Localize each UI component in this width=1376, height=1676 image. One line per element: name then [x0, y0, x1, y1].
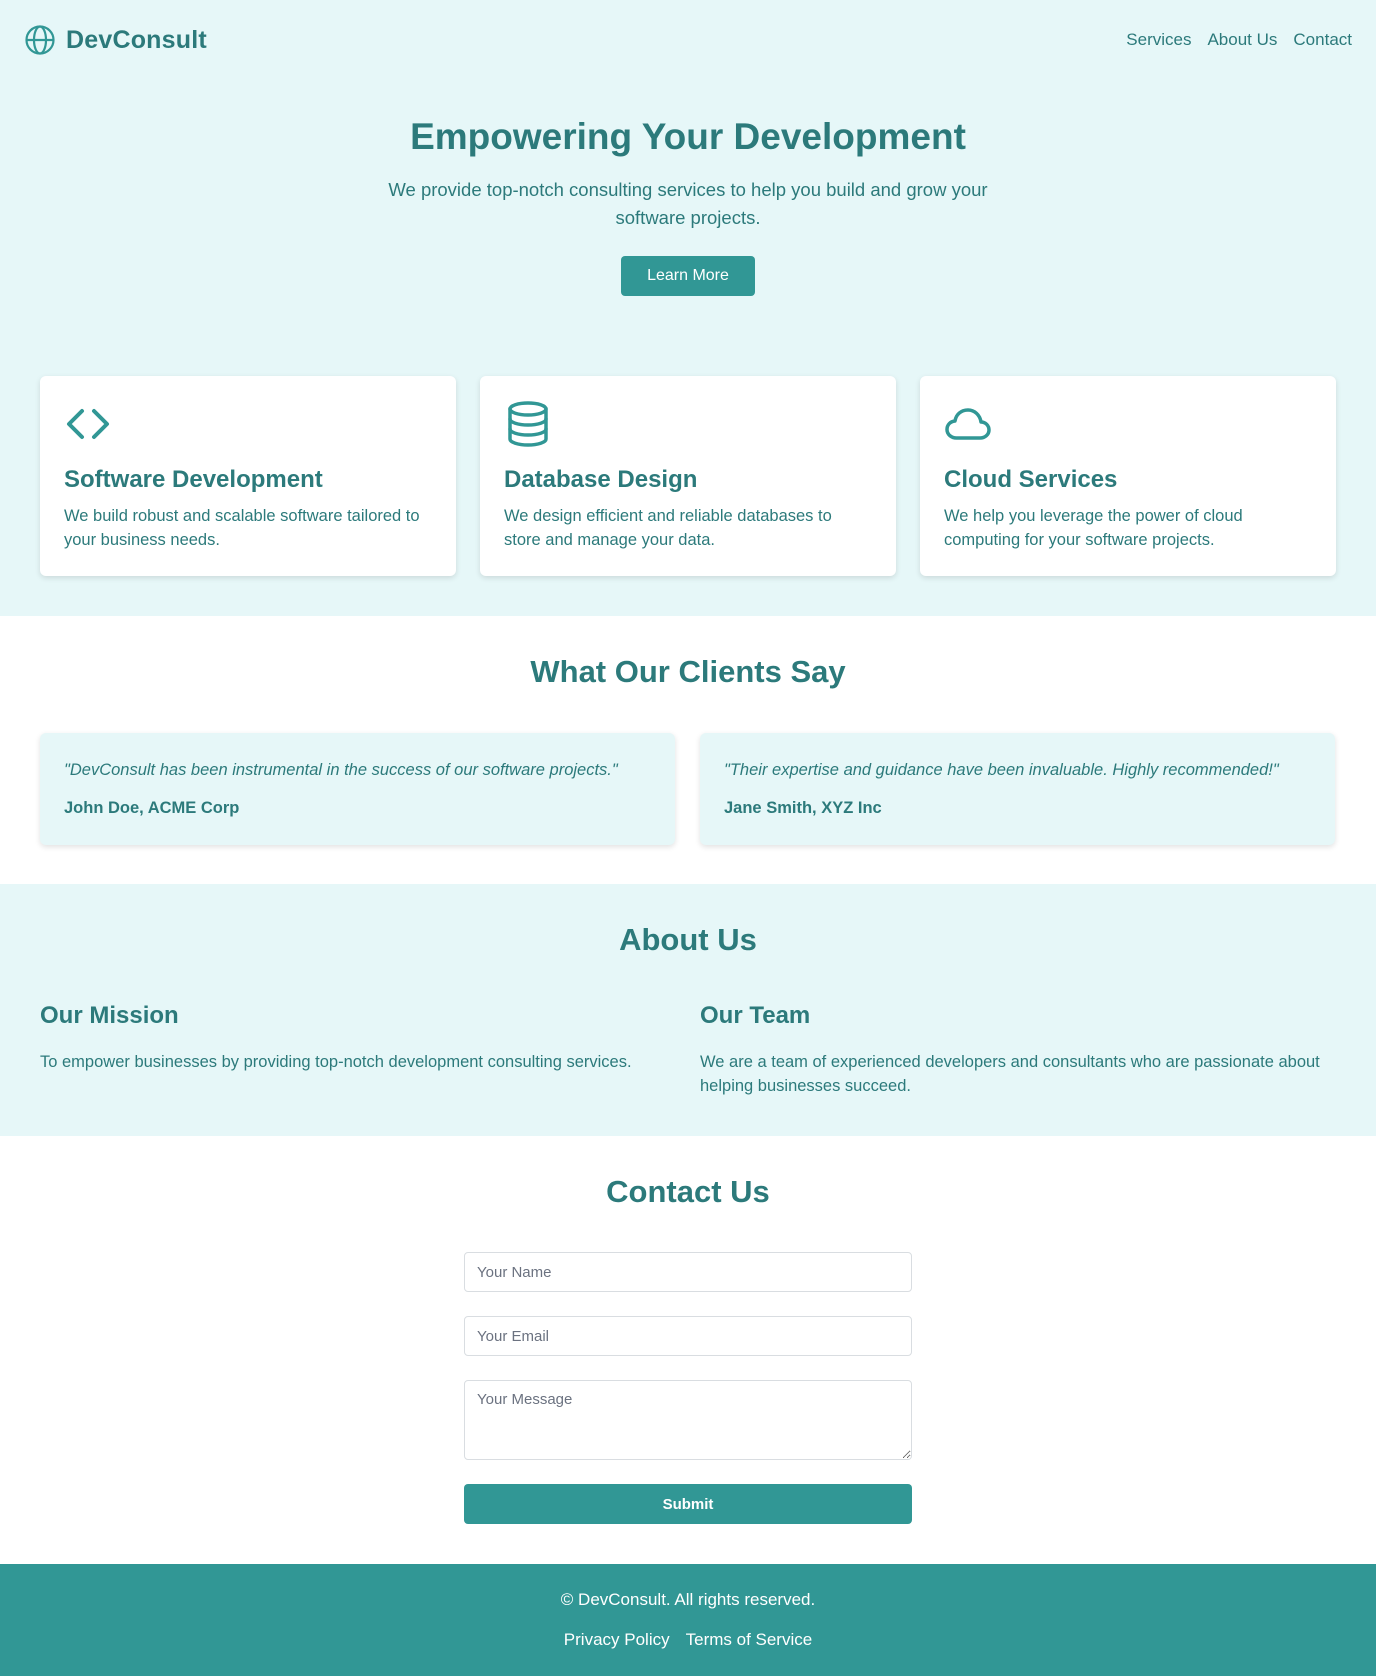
- service-description: We build robust and scalable software ta…: [64, 507, 420, 549]
- service-title: Software Development: [64, 466, 323, 493]
- service-card-software-development: Software Development We build robust and…: [40, 376, 456, 576]
- service-card-cloud-services: Cloud Services We help you leverage the …: [920, 376, 1336, 576]
- main-nav: Services About Us Contact: [1126, 30, 1352, 50]
- service-title: Database Design: [504, 466, 698, 493]
- testimonial-author: John Doe, ACME Corp: [64, 799, 240, 817]
- testimonial-quote: "Their expertise and guidance have been …: [724, 761, 1279, 779]
- site-header: DevConsult Services About Us Contact: [0, 0, 1376, 80]
- testimonial-card: "DevConsult has been instrumental in the…: [40, 733, 675, 845]
- email-field[interactable]: [464, 1316, 912, 1356]
- testimonial-card: "Their expertise and guidance have been …: [700, 733, 1335, 845]
- hero-title: Empowering Your Development: [410, 116, 966, 157]
- learn-more-button[interactable]: Learn More: [621, 256, 755, 296]
- nav-link-about-us[interactable]: About Us: [1207, 30, 1277, 50]
- service-description: We design efficient and reliable databas…: [504, 507, 832, 549]
- copyright-text: © DevConsult. All rights reserved.: [560, 1590, 816, 1609]
- cloud-icon: [945, 408, 991, 440]
- testimonials-section: What Our Clients Say "DevConsult has bee…: [0, 616, 1376, 884]
- mission-text: To empower businesses by providing top-n…: [40, 1053, 632, 1071]
- service-title: Cloud Services: [944, 466, 1118, 493]
- code-icon: [67, 409, 109, 439]
- team-text: We are a team of experienced developers …: [700, 1053, 1320, 1095]
- about-title: About Us: [619, 922, 757, 957]
- name-field[interactable]: [464, 1252, 912, 1292]
- nav-link-contact[interactable]: Contact: [1293, 30, 1352, 50]
- database-icon: [508, 401, 548, 447]
- contact-section: Contact Us Submit: [0, 1136, 1376, 1564]
- contact-title: Contact Us: [606, 1174, 770, 1209]
- brand-logo[interactable]: DevConsult: [24, 24, 207, 56]
- mission-block: Our Mission To empower businesses by pro…: [40, 1002, 680, 1074]
- terms-of-service-link[interactable]: Terms of Service: [686, 1630, 813, 1650]
- mission-title: Our Mission: [40, 1002, 179, 1029]
- brand-name: DevConsult: [66, 25, 207, 54]
- hero-section: Empowering Your Development We provide t…: [0, 80, 1376, 616]
- site-footer: © DevConsult. All rights reserved. Priva…: [0, 1564, 1376, 1676]
- service-description: We help you leverage the power of cloud …: [944, 507, 1243, 549]
- testimonial-quote: "DevConsult has been instrumental in the…: [64, 761, 618, 779]
- about-section: About Us Our Mission To empower business…: [0, 884, 1376, 1136]
- nav-link-services[interactable]: Services: [1126, 30, 1191, 50]
- privacy-policy-link[interactable]: Privacy Policy: [564, 1630, 670, 1650]
- submit-button[interactable]: Submit: [464, 1484, 912, 1524]
- service-card-database-design: Database Design We design efficient and …: [480, 376, 896, 576]
- footer-links: Privacy Policy Terms of Service: [0, 1630, 1376, 1650]
- testimonials-title: What Our Clients Say: [530, 654, 846, 689]
- testimonial-author: Jane Smith, XYZ Inc: [724, 799, 882, 817]
- globe-icon: [25, 25, 55, 55]
- team-title: Our Team: [700, 1002, 811, 1029]
- team-block: Our Team We are a team of experienced de…: [700, 1002, 1330, 1098]
- message-field[interactable]: [464, 1380, 912, 1460]
- hero-subtitle: We provide top-notch consulting services…: [388, 179, 988, 228]
